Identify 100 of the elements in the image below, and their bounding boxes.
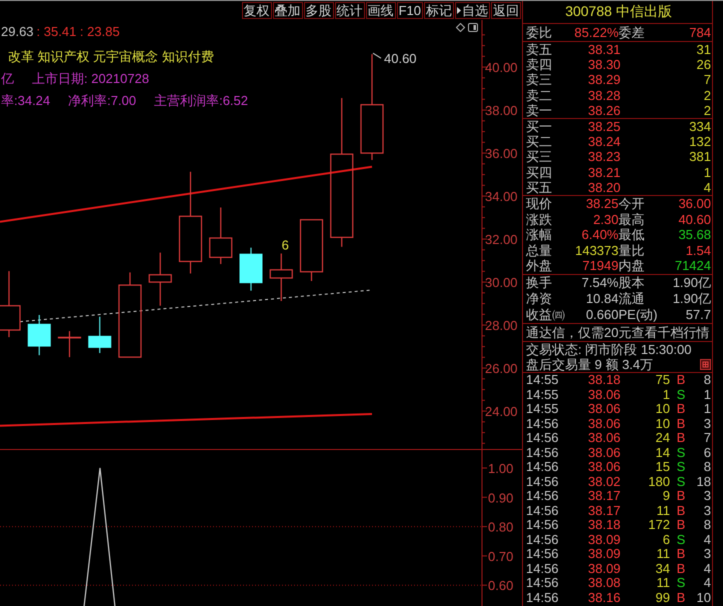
toolbar-button[interactable]: 标记 <box>424 2 454 19</box>
trade-price: 38.17 <box>588 489 622 504</box>
trade-side: S <box>676 446 686 460</box>
trade-volume: 6 <box>662 532 670 547</box>
diamond-icon[interactable] <box>456 23 465 32</box>
order-level: 买二 <box>526 134 553 150</box>
grid-icon[interactable] <box>700 359 711 370</box>
toolbar-button[interactable]: 多股 <box>304 2 334 19</box>
trade-count: 3 <box>702 416 711 431</box>
trade-price: 38.16 <box>588 590 622 605</box>
trade-price: 38.17 <box>588 504 622 518</box>
trade-side: B <box>676 547 686 562</box>
order-price: 38.26 <box>588 102 622 118</box>
field-label: 股本 <box>618 275 646 291</box>
field-label: 收益㈣ <box>526 307 566 323</box>
trade-time: 14:56 <box>526 518 560 532</box>
trade-volume: 75 <box>654 373 670 388</box>
toolbar-button[interactable]: 统计 <box>334 2 365 19</box>
trade-count: 8 <box>702 373 711 388</box>
field-label: 最高 <box>618 212 646 228</box>
field-value: 40.60 <box>677 212 711 228</box>
toolbar-button[interactable]: 复权 <box>242 2 272 19</box>
trade-time: 14:56 <box>526 416 560 431</box>
order-volume: 26 <box>696 57 711 72</box>
order-volume: 2 <box>702 88 711 103</box>
order-volume: 1 <box>702 164 711 180</box>
field-value: 57.7 <box>684 307 711 323</box>
field-label: 内盘 <box>618 258 646 274</box>
axis-label: 36.00 <box>485 146 518 162</box>
ratio-text: 净利率:7.00 <box>68 92 136 110</box>
order-price: 38.30 <box>588 57 622 72</box>
ratio-text: 率:34.24 <box>1 92 50 110</box>
trade-side: B <box>676 562 686 576</box>
order-volume: 7 <box>702 72 711 88</box>
order-price: 38.20 <box>588 180 622 196</box>
order-level: 卖三 <box>526 72 553 88</box>
trade-side: B <box>676 518 686 532</box>
trade-side: S <box>676 388 686 402</box>
channel-value: : 35.41 : 23.85 <box>36 23 120 41</box>
field-value: 0.660 <box>584 307 618 323</box>
order-price: 38.24 <box>588 134 622 150</box>
trade-price: 38.06 <box>588 431 622 446</box>
trading-state: 交易状态: 闭市阶段 15:30:00 <box>526 342 692 357</box>
order-price: 38.28 <box>588 88 622 103</box>
trade-price: 38.06 <box>588 446 622 460</box>
promo-text[interactable]: 通达信，仅需20元查看千档行情 <box>526 325 710 340</box>
field-value: 1.90亿 <box>672 275 711 291</box>
field-value: 143373 <box>574 242 618 258</box>
toolbar-button[interactable]: 画线 <box>366 2 396 19</box>
toolbar-button[interactable]: 返回 <box>491 2 521 19</box>
panel-icon[interactable] <box>468 23 478 32</box>
trade-side: B <box>676 504 686 518</box>
toolbar-button[interactable]: F10 <box>396 2 423 19</box>
price-label: 40.60 <box>384 51 417 66</box>
trade-side: B <box>676 416 686 431</box>
trade-price: 38.06 <box>588 388 622 402</box>
trade-price: 38.02 <box>588 474 622 489</box>
trade-time: 14:56 <box>526 532 560 547</box>
info-text: 亿 <box>1 70 14 88</box>
trade-side: B <box>676 590 686 605</box>
trade-count: 7 <box>702 431 711 446</box>
order-price: 38.23 <box>588 149 622 165</box>
axis-label: 24.00 <box>485 404 518 420</box>
concept-tags: 改革 知识产权 元宇宙概念 知识付费 <box>8 46 214 68</box>
trade-price: 38.18 <box>588 373 622 388</box>
trade-count: 3 <box>702 504 711 518</box>
axis-label: 0.80 <box>488 520 514 535</box>
field-value: 36.00 <box>677 196 711 212</box>
trade-volume: 11 <box>656 547 670 562</box>
field-label: 量比 <box>618 242 646 258</box>
order-level: 卖一 <box>526 102 553 118</box>
field-value: 10.84 <box>584 291 618 307</box>
order-price: 38.25 <box>588 119 622 134</box>
field-label: 流通 <box>618 291 646 307</box>
toolbar-button[interactable]: 自选 <box>455 2 490 19</box>
trade-time: 14:56 <box>526 474 560 489</box>
after-hours-volume: 盘后交易量 9 额 3.4万 <box>526 357 654 372</box>
trade-count: 1 <box>702 402 711 416</box>
candlestick <box>88 316 112 354</box>
axis-label: 34.00 <box>485 189 518 204</box>
axis-label: 32.00 <box>485 232 518 248</box>
trade-time: 14:56 <box>526 446 560 460</box>
trade-price: 38.08 <box>588 576 622 590</box>
order-level: 买五 <box>526 180 553 196</box>
field-value: 38.25 <box>584 196 618 212</box>
trade-time: 14:56 <box>526 547 560 562</box>
candlestick <box>300 219 324 281</box>
axis-label: 0.70 <box>488 548 514 564</box>
candlestick <box>148 252 172 306</box>
trade-time: 14:56 <box>526 460 560 474</box>
trade-volume: 180 <box>647 474 670 489</box>
trade-price: 38.09 <box>588 532 622 547</box>
field-value: 2.30 <box>592 212 618 228</box>
field-value: 71949 <box>581 258 618 274</box>
trade-count: 8 <box>702 460 711 474</box>
trade-price: 38.06 <box>588 402 622 416</box>
trade-volume: 11 <box>656 504 670 518</box>
toolbar-button[interactable]: 叠加 <box>272 2 303 19</box>
order-level: 卖五 <box>526 42 553 58</box>
axis-label: 28.00 <box>485 318 518 334</box>
